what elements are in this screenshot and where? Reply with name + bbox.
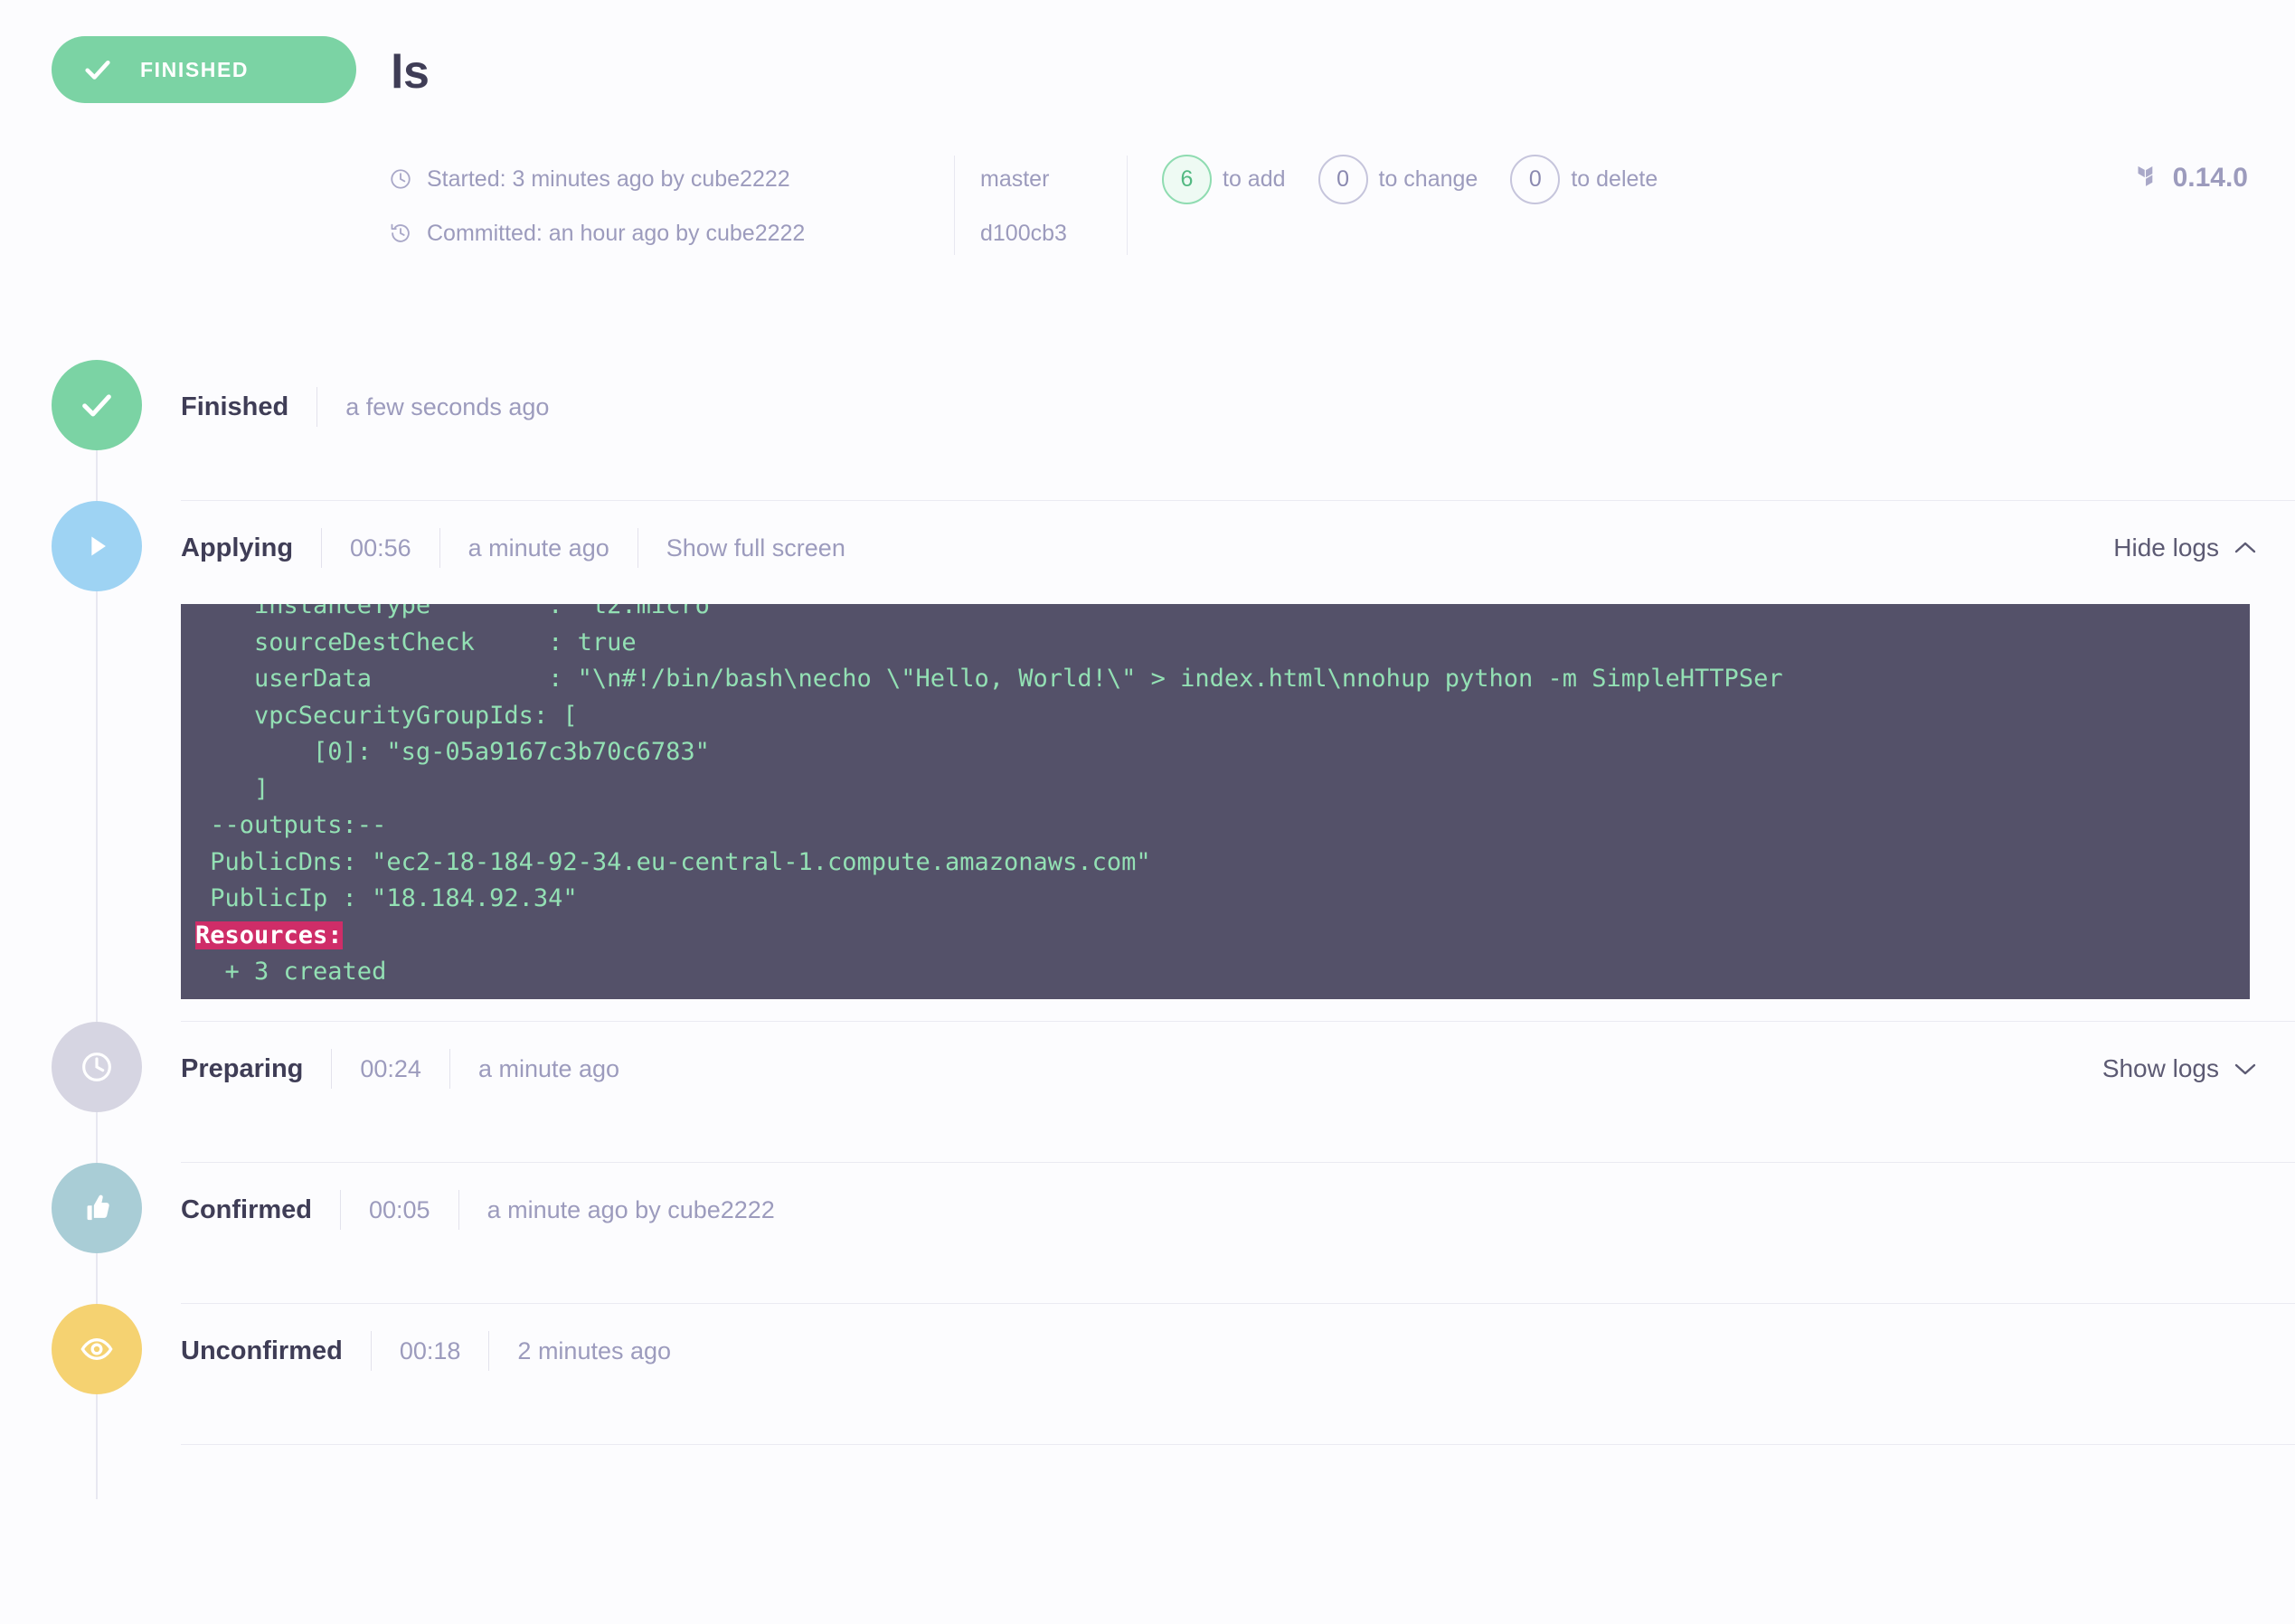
timeline-label-finished: Finished — [181, 392, 289, 421]
timeline-body-confirmed: Confirmed 00:05 a minute ago by cube2222 — [181, 1163, 2295, 1235]
count-to-change-value: 0 — [1318, 154, 1368, 204]
timeline-time-finished: a few seconds ago — [345, 392, 550, 420]
count-to-change: 0 to change — [1318, 154, 1478, 204]
log-line-created: + 3 created — [195, 958, 387, 986]
timeline-row-finished: Finished a few seconds ago — [52, 360, 2295, 500]
run-detail-page: FINISHED ls Started: 3 minutes ago by cu… — [0, 0, 2295, 1624]
meta-vcs: master d100cb3 — [955, 152, 1127, 260]
check-icon — [52, 360, 142, 450]
clock-icon — [389, 167, 412, 191]
divider — [321, 528, 323, 568]
chevron-down-icon — [2234, 1062, 2257, 1076]
timeline-time-preparing: a minute ago — [477, 1054, 620, 1082]
branch-name: master — [980, 165, 1050, 192]
check-icon — [82, 54, 113, 85]
divider — [316, 387, 318, 427]
timeline-row-confirmed: Confirmed 00:05 a minute ago by cube2222 — [52, 1163, 2295, 1303]
run-timeline: Finished a few seconds ago Applying 00:5… — [0, 360, 2295, 1499]
divider — [439, 528, 440, 568]
timeline-row-unconfirmed: Unconfirmed 00:18 2 minutes ago — [52, 1304, 2295, 1444]
timeline-label-unconfirmed: Unconfirmed — [181, 1336, 343, 1365]
committed-text: Committed: an hour ago by cube2222 — [427, 220, 806, 246]
hide-logs-label: Hide logs — [2113, 533, 2219, 562]
timeline-duration-unconfirmed: 00:18 — [399, 1336, 461, 1364]
thumbs-up-icon — [52, 1163, 142, 1253]
terraform-logo-icon — [2135, 165, 2160, 192]
terraform-version-text: 0.14.0 — [2172, 163, 2248, 193]
timeline-row-preparing: Preparing 00:24 a minute ago Show logs — [52, 1022, 2295, 1162]
log-line-blank — [195, 991, 1827, 1000]
timeline-duration-applying: 00:56 — [350, 533, 411, 562]
timeline-row-applying: Applying 00:56 a minute ago Show full sc… — [52, 501, 2295, 999]
page-title: ls — [391, 46, 430, 99]
count-to-delete-label: to delete — [1571, 165, 1658, 192]
show-full-screen-link[interactable]: Show full screen — [666, 534, 845, 562]
timeline-head-applying: Applying 00:56 a minute ago Show full sc… — [181, 523, 2295, 573]
header-top-row: FINISHED ls — [0, 36, 2295, 103]
divider — [458, 1190, 459, 1230]
count-to-add: 6 to add — [1162, 154, 1286, 204]
log-line: sourceDestCheck : true — [195, 628, 637, 656]
count-to-change-label: to change — [1378, 165, 1478, 192]
started-text: Started: 3 minutes ago by cube2222 — [427, 165, 790, 192]
history-icon — [389, 222, 412, 245]
timeline-duration-preparing: 00:24 — [360, 1054, 421, 1082]
divider — [449, 1049, 450, 1089]
timeline-time-confirmed: a minute ago by cube2222 — [486, 1195, 775, 1223]
log-line-resources: Resources: — [195, 918, 1827, 955]
row-separator — [181, 1444, 2295, 1445]
status-badge: FINISHED — [52, 36, 356, 103]
timeline-label-confirmed: Confirmed — [181, 1194, 312, 1224]
log-line: PublicIp : "18.184.92.34" — [195, 884, 578, 912]
log-line: [0]: "sg-05a9167c3b70c6783" — [195, 738, 710, 766]
timeline-body-finished: Finished a few seconds ago — [181, 360, 2295, 432]
count-to-delete: 0 to delete — [1510, 154, 1658, 204]
timeline-head-unconfirmed: Unconfirmed 00:18 2 minutes ago — [181, 1326, 2295, 1376]
commit-sha: d100cb3 — [980, 220, 1067, 246]
timeline-label-preparing: Preparing — [181, 1053, 304, 1083]
applying-log-panel[interactable]: instanceType : "t2.micro" sourceDestChec… — [181, 604, 2250, 999]
timeline-head-finished: Finished a few seconds ago — [181, 382, 2295, 432]
timeline-body-preparing: Preparing 00:24 a minute ago Show logs — [181, 1022, 2295, 1094]
chevron-up-icon — [2234, 541, 2257, 555]
play-icon — [52, 501, 142, 591]
log-line: ] — [195, 774, 269, 803]
log-line: --outputs:-- — [195, 811, 387, 839]
clock-icon — [52, 1022, 142, 1112]
divider — [488, 1331, 490, 1371]
log-line: PublicDns: "ec2-18-184-92-34.eu-central-… — [195, 847, 1151, 876]
divider — [370, 1331, 372, 1371]
show-logs-toggle[interactable]: Show logs — [2102, 1054, 2257, 1083]
timeline-label-applying: Applying — [181, 533, 294, 562]
timeline-time-applying: a minute ago — [468, 533, 609, 562]
change-counts: 6 to add 0 to change 0 to delete — [1128, 152, 1677, 206]
log-text: instanceType : "t2.micro" sourceDestChec… — [181, 604, 1827, 999]
timeline-body-unconfirmed: Unconfirmed 00:18 2 minutes ago — [181, 1304, 2295, 1376]
meta-timestamps: Started: 3 minutes ago by cube2222 Commi… — [389, 152, 954, 260]
show-logs-label: Show logs — [2101, 1054, 2219, 1082]
log-line: instanceType : "t2.micro" — [195, 604, 725, 619]
timeline-duration-confirmed: 00:05 — [369, 1195, 430, 1223]
timeline-time-unconfirmed: 2 minutes ago — [517, 1336, 672, 1364]
count-to-add-label: to add — [1223, 165, 1286, 192]
status-badge-label: FINISHED — [140, 57, 250, 81]
timeline-body-applying: Applying 00:56 a minute ago Show full sc… — [181, 501, 2295, 999]
eye-icon — [52, 1304, 142, 1394]
run-meta-bar: Started: 3 minutes ago by cube2222 Commi… — [0, 152, 2295, 260]
page-header: FINISHED ls Started: 3 minutes ago by cu… — [0, 0, 2295, 260]
divider — [340, 1190, 341, 1230]
log-line: userData : "\n#!/bin/bash\necho \"Hello,… — [195, 665, 1783, 693]
divider — [331, 1049, 333, 1089]
hide-logs-toggle[interactable]: Hide logs — [2113, 533, 2257, 562]
resources-label: Resources: — [195, 921, 343, 949]
count-to-add-value: 6 — [1162, 154, 1212, 204]
started-line: Started: 3 minutes ago by cube2222 — [389, 152, 954, 206]
count-to-delete-value: 0 — [1510, 154, 1561, 204]
committed-line: Committed: an hour ago by cube2222 — [389, 206, 954, 260]
timeline-head-preparing: Preparing 00:24 a minute ago Show logs — [181, 1043, 2295, 1094]
timeline-head-confirmed: Confirmed 00:05 a minute ago by cube2222 — [181, 1185, 2295, 1235]
log-line: vpcSecurityGroupIds: [ — [195, 701, 578, 730]
terraform-version-badge: 0.14.0 — [2135, 163, 2248, 194]
